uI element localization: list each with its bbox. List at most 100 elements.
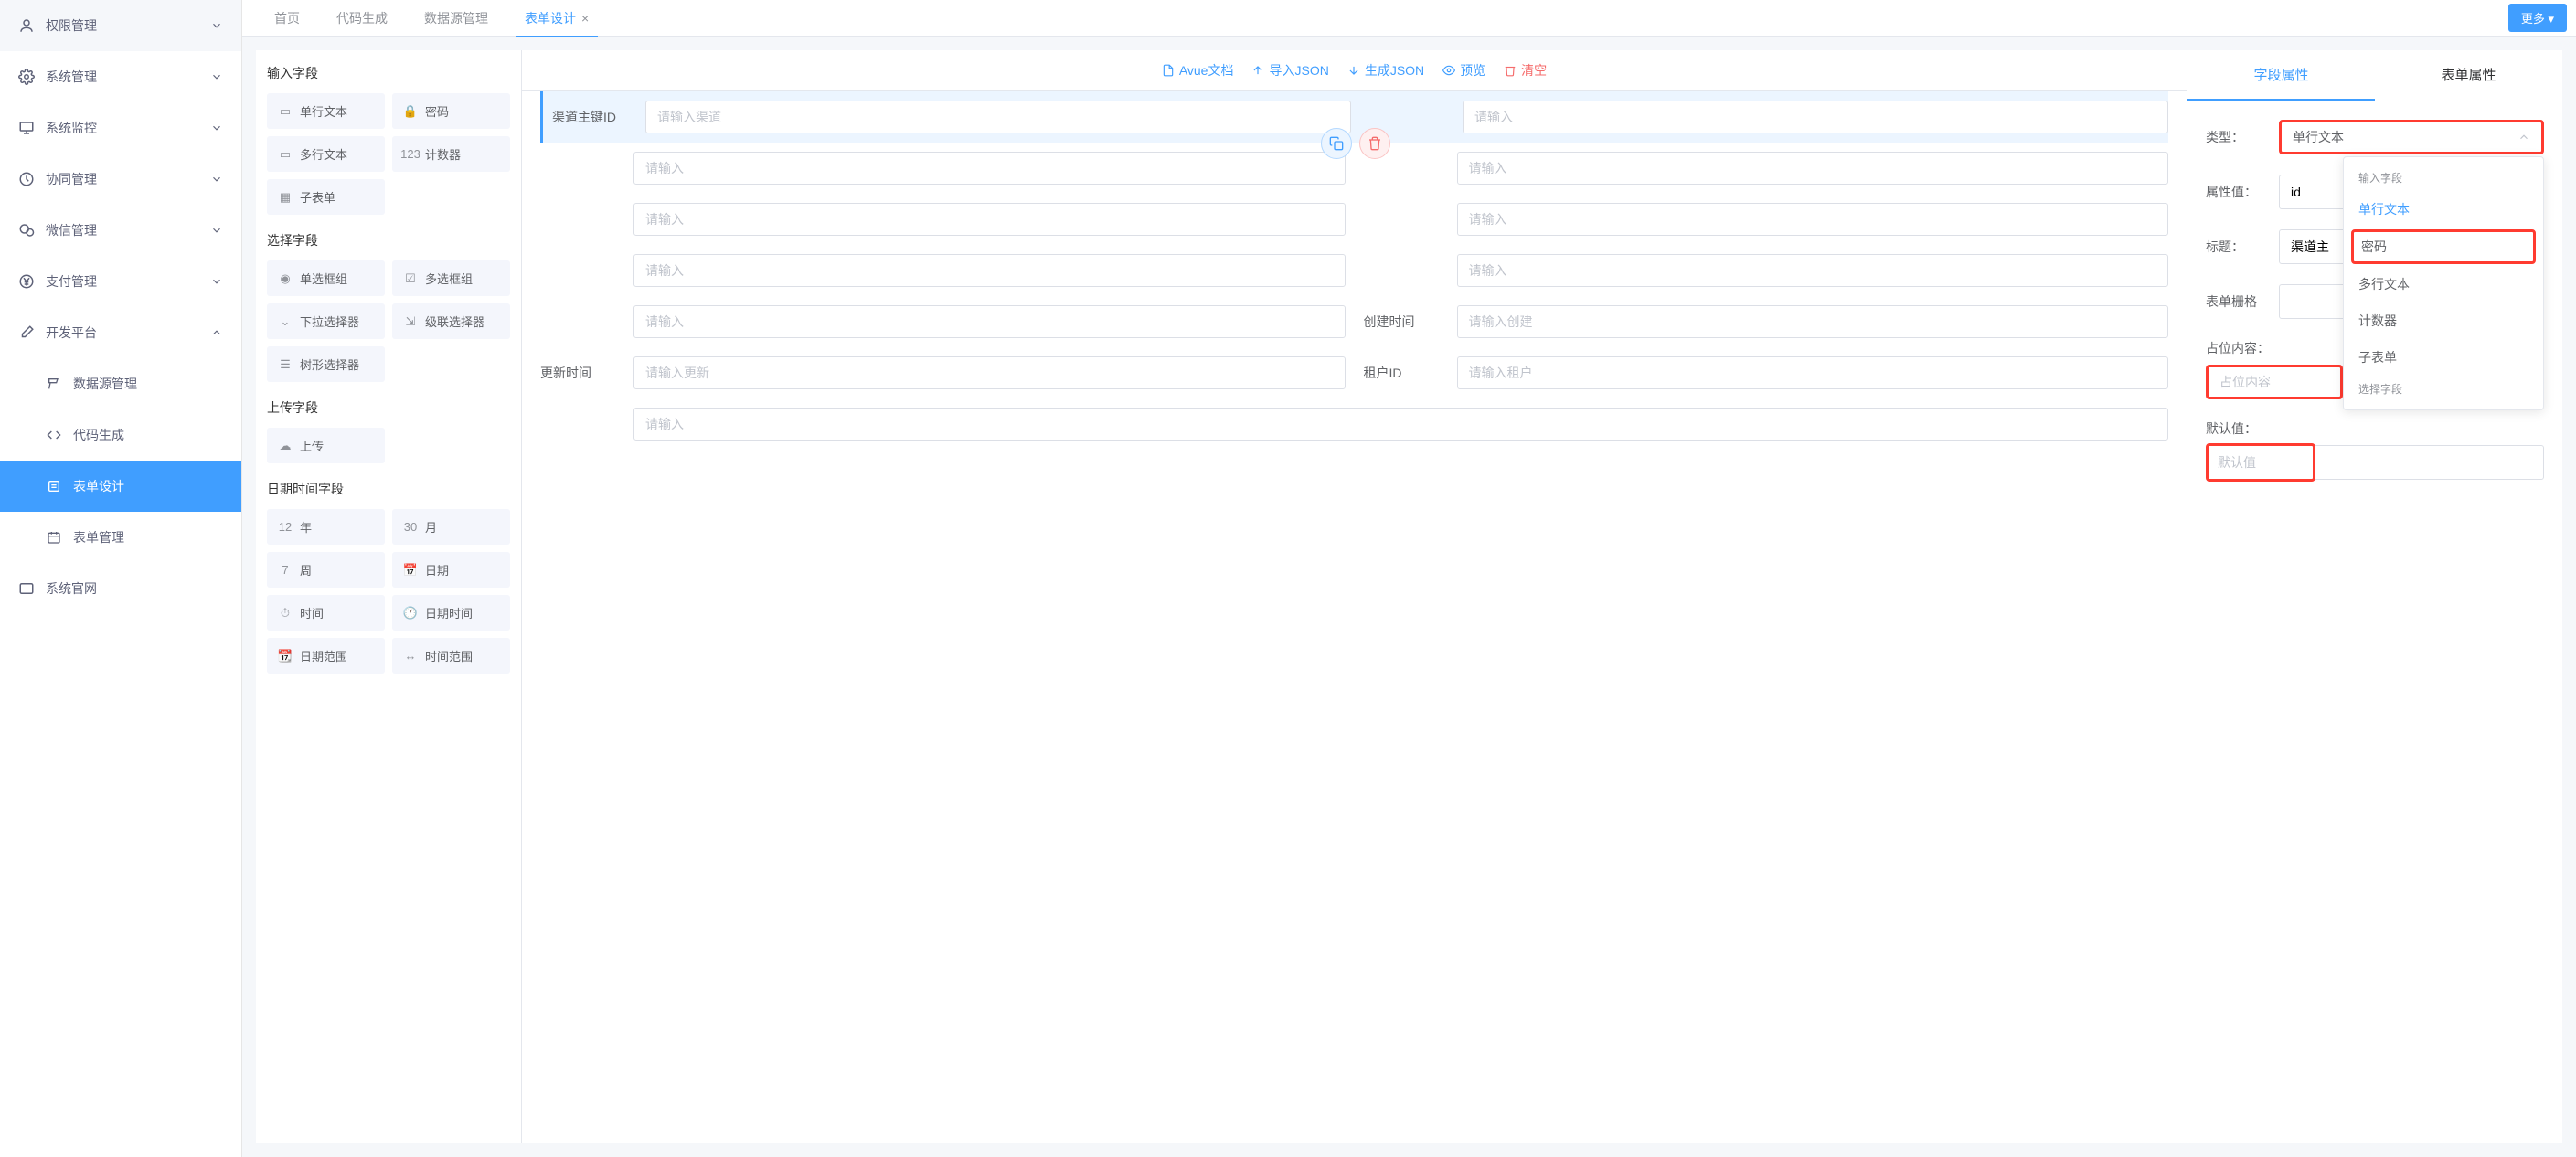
palette-item[interactable]: 📅日期 xyxy=(392,552,510,588)
chevron-down-icon xyxy=(210,70,223,83)
palette-item[interactable]: ▭单行文本 xyxy=(267,93,385,129)
default-input[interactable] xyxy=(2206,445,2544,480)
tab-codegen[interactable]: 代码生成 xyxy=(318,0,406,37)
palette-item-label: 子表单 xyxy=(300,188,335,206)
form-cell: 租户ID xyxy=(1364,356,2169,389)
dd-item-text[interactable]: 单行文本 xyxy=(2344,191,2543,228)
palette-item[interactable]: 🔒密码 xyxy=(392,93,510,129)
palette-group-title: 上传字段 xyxy=(267,398,510,417)
submenu-formmanage[interactable]: 表单管理 xyxy=(0,512,241,563)
close-icon[interactable]: × xyxy=(581,11,589,26)
palette-item[interactable]: ▦子表单 xyxy=(267,179,385,215)
form-input[interactable] xyxy=(1457,305,2169,338)
form-row[interactable]: 更新时间租户ID xyxy=(540,347,2168,398)
doc-button[interactable]: Avue文档 xyxy=(1162,61,1234,80)
prop-label-type: 类型： xyxy=(2206,128,2279,146)
palette-item[interactable]: ☑多选框组 xyxy=(392,260,510,296)
menu-permission[interactable]: 权限管理 xyxy=(0,0,241,51)
export-button[interactable]: 生成JSON xyxy=(1347,61,1424,80)
palette-item[interactable]: ⌄下拉选择器 xyxy=(267,303,385,339)
palette-item[interactable]: ⏱时间 xyxy=(267,595,385,631)
form-input[interactable] xyxy=(633,254,1346,287)
submenu-label: 表单设计 xyxy=(73,477,124,495)
menu-system[interactable]: 系统管理 xyxy=(0,51,241,102)
palette-item[interactable]: 30月 xyxy=(392,509,510,545)
form-input[interactable] xyxy=(633,356,1346,389)
import-button[interactable]: 导入JSON xyxy=(1251,61,1328,80)
palette-item-label: 下拉选择器 xyxy=(300,313,359,330)
palette-item-label: 月 xyxy=(425,518,437,536)
palette-item[interactable]: 123计数器 xyxy=(392,136,510,172)
form-input[interactable] xyxy=(1457,254,2169,287)
menu-site[interactable]: 系统官网 xyxy=(0,563,241,614)
prop-label-propval: 属性值： xyxy=(2206,183,2279,201)
more-button[interactable]: 更多 ▾ xyxy=(2508,4,2567,32)
dd-item-subform[interactable]: 子表单 xyxy=(2344,339,2543,376)
dd-item-counter[interactable]: 计数器 xyxy=(2344,303,2543,339)
form-input[interactable] xyxy=(1463,101,2168,133)
tab-datasource[interactable]: 数据源管理 xyxy=(406,0,506,37)
form-input[interactable] xyxy=(645,101,1351,133)
form-row[interactable] xyxy=(540,194,2168,245)
preview-button[interactable]: 预览 xyxy=(1442,61,1485,80)
menu-pay[interactable]: 支付管理 xyxy=(0,256,241,307)
palette-item[interactable]: 📆日期范围 xyxy=(267,638,385,674)
time-icon: ⏱ xyxy=(278,606,293,621)
palette-item[interactable]: ☰树形选择器 xyxy=(267,346,385,382)
lock-icon: 🔒 xyxy=(403,104,418,119)
type-select[interactable]: 单行文本 xyxy=(2279,120,2544,154)
palette-item[interactable]: 12年 xyxy=(267,509,385,545)
placeholder-input[interactable] xyxy=(2206,365,2343,399)
palette-item[interactable]: ☁上传 xyxy=(267,428,385,463)
form-input[interactable] xyxy=(633,305,1346,338)
palette-item-label: 周 xyxy=(300,561,312,578)
form-input[interactable] xyxy=(1457,203,2169,236)
form-row[interactable] xyxy=(540,245,2168,296)
dd-item-textarea[interactable]: 多行文本 xyxy=(2344,266,2543,303)
form-input[interactable] xyxy=(633,152,1346,185)
menu-dev[interactable]: 开发平台 xyxy=(0,307,241,358)
form-cell xyxy=(540,203,1346,236)
palette-item[interactable]: 7周 xyxy=(267,552,385,588)
chevron-down-icon xyxy=(210,19,223,32)
form-row[interactable]: 创建时间 xyxy=(540,296,2168,347)
text-icon: ▭ xyxy=(278,104,293,119)
palette-item[interactable]: 🕐日期时间 xyxy=(392,595,510,631)
menu-monitor[interactable]: 系统监控 xyxy=(0,102,241,154)
palette-item[interactable]: ↔时间范围 xyxy=(392,638,510,674)
btn-label: 清空 xyxy=(1521,61,1547,80)
database-icon xyxy=(46,376,62,392)
form-input[interactable] xyxy=(633,203,1346,236)
palette-item[interactable]: ⇲级联选择器 xyxy=(392,303,510,339)
form-input[interactable] xyxy=(1457,152,2169,185)
tab-label: 首页 xyxy=(274,11,300,26)
palette-item-label: 多行文本 xyxy=(300,145,347,163)
submenu-formdesign[interactable]: 表单设计 xyxy=(0,461,241,512)
palette-item[interactable]: ▭多行文本 xyxy=(267,136,385,172)
palette-item[interactable]: ◉单选框组 xyxy=(267,260,385,296)
delete-button[interactable] xyxy=(1359,128,1390,159)
menu-label: 协同管理 xyxy=(46,170,97,188)
chevron-down-icon xyxy=(210,173,223,186)
copy-button[interactable] xyxy=(1321,128,1352,159)
prop-label-placeholder: 占位内容： xyxy=(2206,339,2270,357)
counter-icon: 123 xyxy=(403,147,418,162)
tab-form-props[interactable]: 表单属性 xyxy=(2375,50,2562,101)
form-row[interactable]: 渠道主键ID xyxy=(540,91,2168,143)
menu-wechat[interactable]: 微信管理 xyxy=(0,205,241,256)
tab-field-props[interactable]: 字段属性 xyxy=(2187,50,2375,101)
form-input[interactable] xyxy=(1457,356,2169,389)
btn-label: Avue文档 xyxy=(1179,61,1234,80)
dd-item-password[interactable]: 密码 xyxy=(2351,229,2536,264)
form-input[interactable] xyxy=(633,408,2168,441)
tab-formdesign[interactable]: 表单设计× xyxy=(506,0,607,37)
submenu-datasource[interactable]: 数据源管理 xyxy=(0,358,241,409)
menu-coop[interactable]: 协同管理 xyxy=(0,154,241,205)
props-tabs: 字段属性 表单属性 xyxy=(2187,50,2562,101)
form-row[interactable] xyxy=(540,398,2168,450)
tab-home[interactable]: 首页 xyxy=(256,0,318,37)
clear-button[interactable]: 清空 xyxy=(1504,61,1547,80)
clock-icon xyxy=(18,171,35,187)
week-icon: 7 xyxy=(278,563,293,578)
submenu-codegen[interactable]: 代码生成 xyxy=(0,409,241,461)
